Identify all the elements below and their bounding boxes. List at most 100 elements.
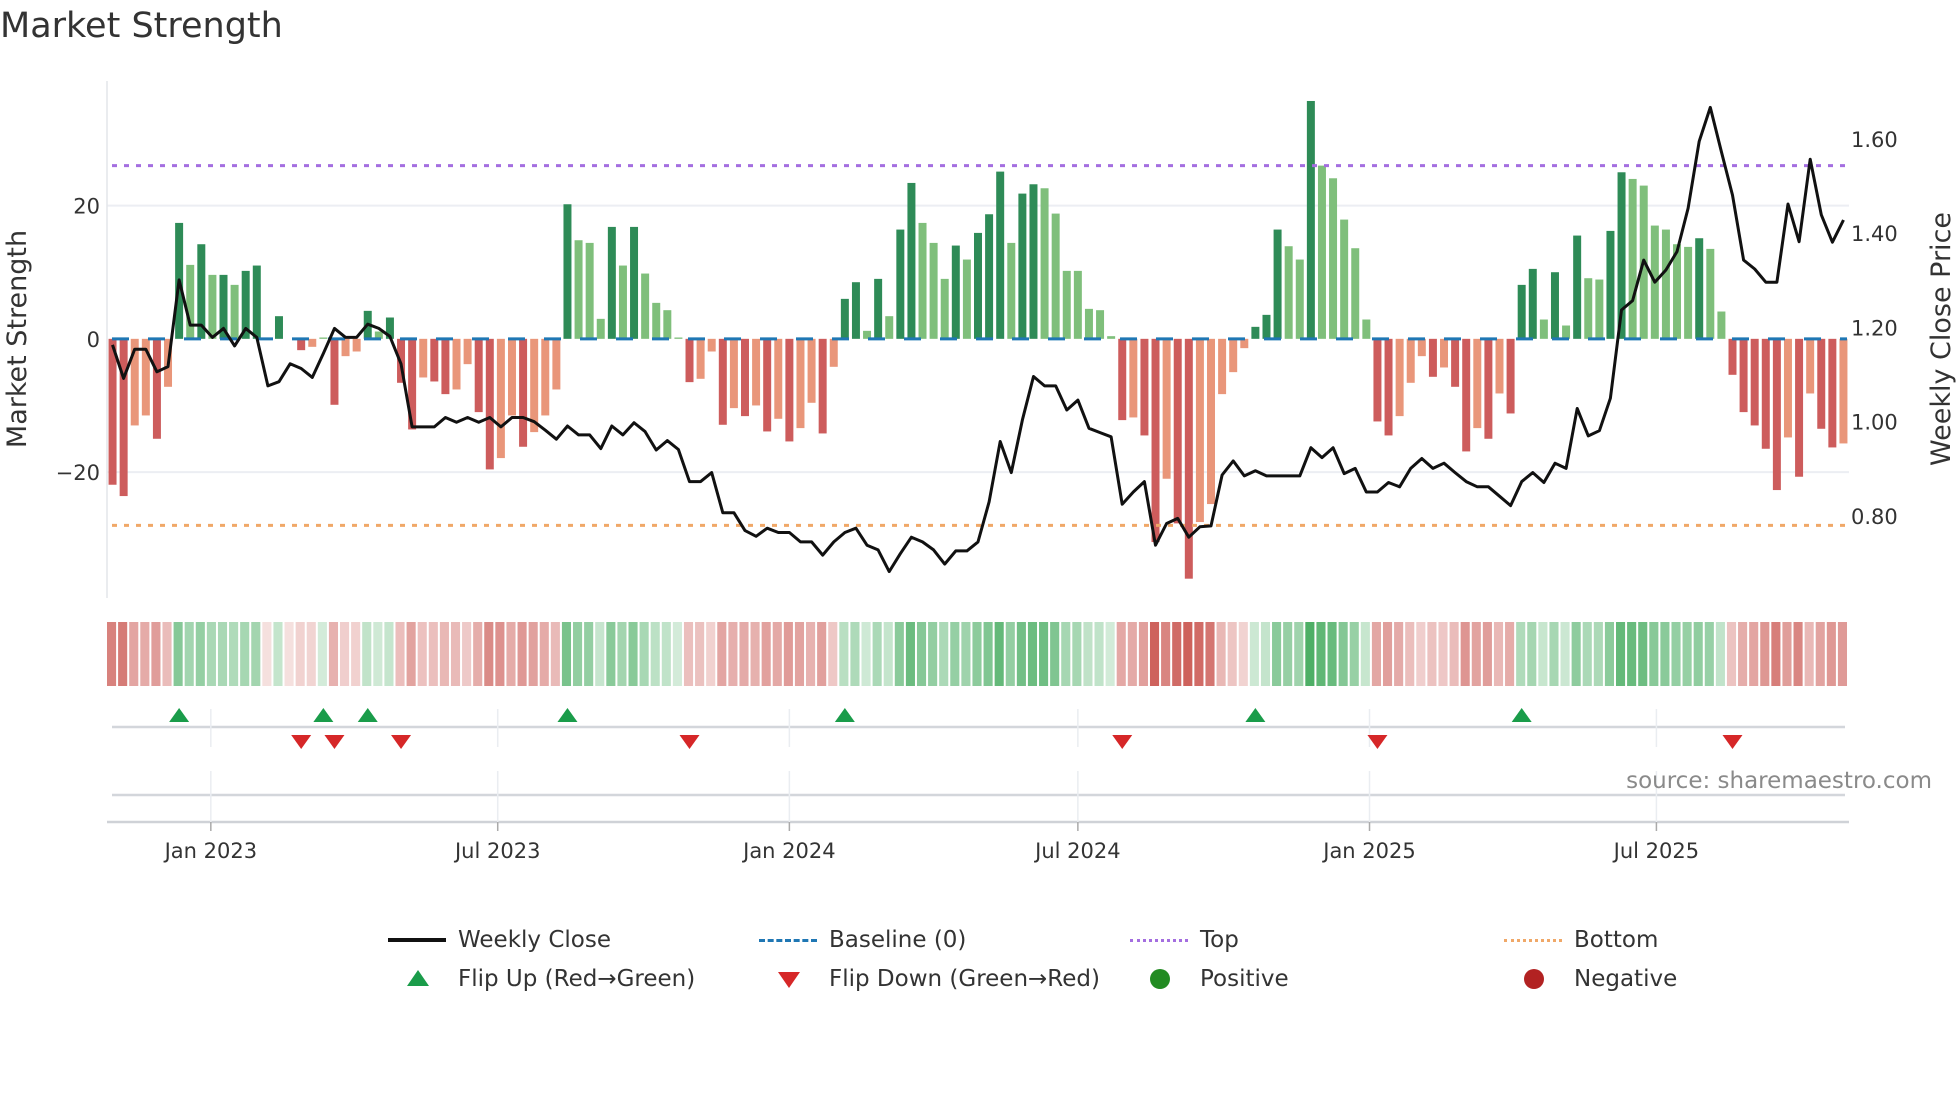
strip-cell: [495, 622, 505, 686]
strength-bar: [230, 284, 239, 339]
strength-bar: [752, 338, 761, 406]
flip-down-marker: [391, 735, 412, 749]
legend-label: Flip Down (Green→Red): [829, 966, 1100, 992]
strength-bar: [1218, 338, 1227, 395]
strip-cell: [928, 622, 938, 686]
flip-down-marker: [1112, 735, 1133, 749]
strip-cell: [506, 622, 516, 686]
legend-label: Bottom: [1574, 927, 1659, 953]
strip-cell: [1460, 622, 1470, 686]
strip-cell: [262, 622, 272, 686]
strength-bar: [1162, 338, 1171, 479]
flip-up-marker: [1245, 708, 1266, 722]
strength-bar: [974, 232, 982, 339]
x-tick-label: Jan 2025: [1321, 839, 1416, 863]
strip-cell: [861, 622, 871, 686]
strength-bar: [1373, 338, 1382, 422]
strength-bar: [1750, 338, 1759, 426]
strength-bar: [1717, 311, 1726, 339]
strength-bar: [1550, 272, 1559, 339]
strip-cell: [584, 622, 594, 686]
strength-bar: [1428, 338, 1437, 377]
strip-cell: [273, 622, 283, 686]
flip-down-marker: [1367, 735, 1388, 749]
legend-item-positive[interactable]: Positive: [1130, 964, 1289, 994]
strip-cell: [1549, 622, 1559, 686]
legend-item-flip-down[interactable]: Flip Down (Green→Red): [759, 964, 1100, 994]
strip-cell: [295, 622, 305, 686]
red-dot-icon: [1504, 964, 1562, 994]
legend-label: Negative: [1574, 966, 1678, 992]
strip-cell: [1615, 622, 1626, 686]
y-tick-label-left: 0: [87, 328, 100, 352]
legend-item-top[interactable]: Top: [1130, 925, 1239, 955]
strength-bar: [1661, 229, 1670, 339]
strength-bar: [1173, 338, 1182, 524]
strip-cell: [129, 622, 139, 686]
strip-cell: [517, 622, 527, 686]
legend-item-weekly-close[interactable]: Weekly Close: [388, 925, 611, 955]
strip-cell: [806, 622, 816, 686]
x-tick-label: Jul 2025: [1612, 839, 1699, 863]
strength-bar: [985, 214, 994, 339]
strength-bar: [1739, 338, 1748, 413]
strip-cell: [240, 622, 250, 686]
strip-cell: [1216, 622, 1226, 686]
strip-cell: [1693, 622, 1703, 686]
strength-bar: [552, 338, 561, 390]
strip-cell: [1682, 622, 1692, 686]
strength-bar: [1140, 338, 1149, 436]
strip-cell: [217, 622, 228, 686]
strength-bar: [874, 278, 883, 339]
strip-cell: [1527, 622, 1537, 686]
strip-cell: [1094, 622, 1104, 686]
flip-markers-panel: [107, 708, 1849, 831]
strength-bar: [1306, 100, 1315, 339]
legend-item-flip-up[interactable]: Flip Up (Red→Green): [388, 964, 695, 994]
strip-cell: [1227, 622, 1237, 686]
strip-cell: [728, 622, 738, 686]
strip-cell: [1826, 622, 1836, 686]
strip-cell: [1039, 622, 1049, 686]
strength-bar: [1473, 338, 1482, 429]
strength-bar: [1062, 270, 1071, 339]
strip-cell: [617, 622, 627, 686]
strip-cell: [1371, 622, 1381, 686]
strength-bar: [851, 282, 860, 339]
strength-bar: [1129, 338, 1138, 418]
legend-item-bottom[interactable]: Bottom: [1504, 925, 1658, 955]
strength-bar: [1839, 338, 1848, 444]
strength-bar: [1317, 165, 1326, 339]
strip-cell: [1837, 622, 1847, 686]
strip-cell: [1027, 622, 1038, 686]
strength-bar: [1096, 310, 1105, 339]
strength-bar: [685, 338, 694, 383]
strength-bar: [1628, 178, 1637, 339]
strip-cell: [828, 622, 838, 686]
strength-bar: [763, 338, 772, 432]
strip-cell: [1493, 622, 1504, 686]
legend-item-negative[interactable]: Negative: [1504, 964, 1677, 994]
strip-cell: [672, 622, 682, 686]
strip-cell: [1593, 622, 1603, 686]
strength-bar: [607, 226, 616, 339]
strip-cell: [1072, 622, 1082, 686]
strength-bar: [1329, 178, 1338, 339]
legend-item-baseline[interactable]: Baseline (0): [759, 925, 966, 955]
y-axis-label-left: Market Strength: [2, 230, 33, 448]
strength-bar: [441, 338, 450, 395]
strength-bar: [1340, 219, 1349, 339]
strength-heat-strip: [107, 622, 1847, 686]
strength-bar: [907, 182, 916, 339]
legend-label: Positive: [1200, 966, 1289, 992]
strength-bar: [1351, 248, 1360, 339]
strip-cell: [1194, 622, 1204, 686]
strength-bar: [341, 338, 350, 357]
strip-cell: [883, 622, 893, 686]
strength-bar: [1706, 248, 1715, 339]
strip-cell: [916, 622, 927, 686]
strip-cell: [1127, 622, 1137, 686]
strength-bar: [641, 273, 650, 339]
strength-bar: [1295, 259, 1304, 339]
solid-line-icon: [388, 925, 446, 955]
